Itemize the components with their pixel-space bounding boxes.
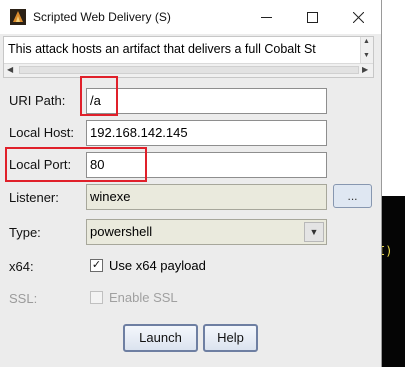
listener-field[interactable]: winexe — [86, 184, 327, 210]
listener-browse-button[interactable]: ... — [333, 184, 372, 208]
ssl-checkbox-row: Enable SSL — [90, 290, 178, 305]
close-icon — [352, 11, 364, 23]
description-text: This attack hosts an artifact that deliv… — [8, 42, 316, 56]
minimize-icon — [260, 16, 272, 18]
x64-checkbox-label: Use x64 payload — [109, 258, 206, 273]
description-horizontal-scrollbar[interactable]: ◀ ▶ — [4, 63, 373, 77]
local-host-input[interactable]: 192.168.142.145 — [86, 120, 327, 146]
description-panel: This attack hosts an artifact that deliv… — [3, 36, 374, 78]
type-label: Type: — [9, 225, 41, 240]
x64-label: x64: — [9, 259, 34, 274]
uri-path-label: URI Path: — [9, 93, 66, 108]
dialog-window: Scripted Web Delivery (S) This attack ho… — [0, 0, 382, 367]
help-button[interactable]: Help — [203, 324, 258, 352]
scroll-up-icon[interactable]: ▲ — [363, 38, 370, 45]
ssl-checkbox-label: Enable SSL — [109, 290, 178, 305]
scroll-right-icon[interactable]: ▶ — [362, 65, 368, 74]
uri-path-input[interactable]: /a — [86, 88, 327, 114]
local-host-label: Local Host: — [9, 125, 75, 140]
uri-path-highlight-box — [80, 76, 118, 116]
maximize-icon — [306, 11, 318, 23]
maximize-button[interactable] — [289, 0, 335, 34]
ssl-checkbox — [90, 291, 103, 304]
x64-checkbox-row[interactable]: ✓ Use x64 payload — [90, 258, 206, 273]
type-selected-value: powershell — [90, 224, 153, 239]
type-select[interactable]: powershell ▼ — [86, 219, 327, 245]
scroll-left-icon[interactable]: ◀ — [7, 65, 13, 74]
local-port-highlight-box — [5, 147, 147, 182]
description-vertical-scrollbar[interactable]: ▲ ▼ — [360, 37, 373, 63]
cobalt-strike-app-icon — [10, 9, 26, 25]
chevron-down-icon[interactable]: ▼ — [304, 222, 324, 242]
horizontal-scroll-thumb[interactable] — [19, 66, 359, 74]
x64-checkbox[interactable]: ✓ — [90, 259, 103, 272]
scroll-down-icon[interactable]: ▼ — [363, 52, 370, 59]
minimize-button[interactable] — [243, 0, 289, 34]
title-bar: Scripted Web Delivery (S) — [0, 0, 381, 34]
ssl-label: SSL: — [9, 291, 38, 306]
window-title: Scripted Web Delivery (S) — [33, 10, 171, 24]
listener-label: Listener: — [9, 190, 59, 205]
close-button[interactable] — [335, 0, 381, 34]
launch-button[interactable]: Launch — [123, 324, 198, 352]
